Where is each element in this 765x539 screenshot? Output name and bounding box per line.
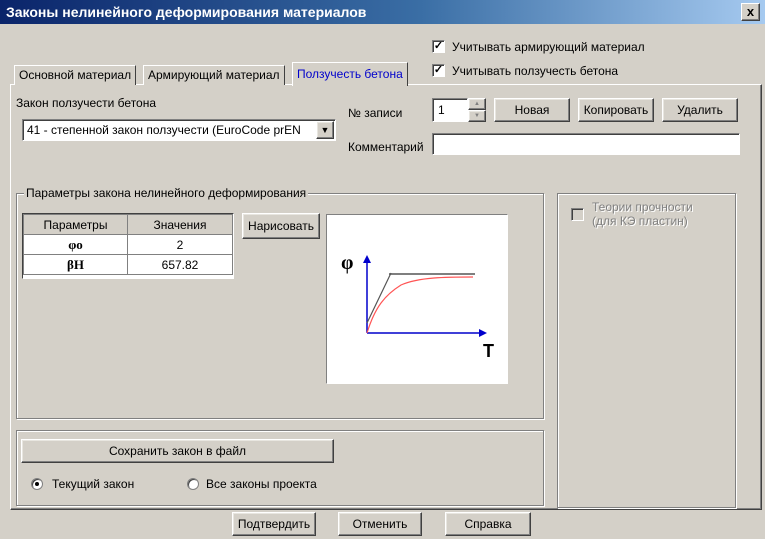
confirm-button[interactable]: Подтвердить xyxy=(232,512,316,536)
cancel-button[interactable]: Отменить xyxy=(338,512,422,536)
comment-input[interactable] xyxy=(432,133,740,155)
record-number-input[interactable]: 1 xyxy=(432,98,468,122)
delete-record-button[interactable]: Удалить xyxy=(662,98,738,122)
value-header: Значения xyxy=(127,214,233,235)
concrete-creep-label: Учитывать ползучесть бетона xyxy=(452,64,619,78)
comment-label: Комментарий xyxy=(348,140,424,154)
creep-law-label: Закон ползучести бетона xyxy=(16,96,157,110)
table-row: φo 2 xyxy=(23,234,233,255)
spin-down-icon[interactable]: ▼ xyxy=(468,110,486,122)
creep-plot: φ T xyxy=(326,214,508,384)
tab-main-material[interactable]: Основной материал xyxy=(14,65,137,85)
draw-button[interactable]: Нарисовать xyxy=(242,213,320,239)
param-name: φo xyxy=(23,234,128,255)
spin-up-icon[interactable]: ▲ xyxy=(468,98,486,110)
concrete-creep-checkbox[interactable]: ✓ xyxy=(432,64,445,77)
tab-label: Ползучесть бетона xyxy=(297,67,403,81)
new-record-button[interactable]: Новая xyxy=(494,98,570,122)
initial-tangent-line xyxy=(366,272,392,324)
strength-theory-checkbox[interactable] xyxy=(571,208,584,221)
title-bar: Законы нелинейного деформирования матери… xyxy=(0,0,765,24)
reinforcing-material-label: Учитывать армирующий материал xyxy=(452,40,645,54)
param-name: βH xyxy=(23,254,128,275)
all-laws-radio[interactable] xyxy=(187,478,199,490)
tab-label: Основной материал xyxy=(19,68,132,82)
close-icon: x xyxy=(746,4,755,19)
param-header: Параметры xyxy=(23,214,128,235)
copy-record-button[interactable]: Копировать xyxy=(578,98,654,122)
record-number-value: 1 xyxy=(438,103,445,117)
param-value-cell[interactable]: 657.82 xyxy=(127,254,233,275)
all-laws-label: Все законы проекта xyxy=(206,477,317,491)
help-button[interactable]: Справка xyxy=(445,512,531,536)
table-row: βH 657.82 xyxy=(23,254,233,275)
y-axis-arrow xyxy=(363,255,371,263)
close-button[interactable]: x xyxy=(741,3,760,21)
strength-theory-line2: (для КЭ пластин) xyxy=(592,214,688,228)
chevron-down-icon[interactable]: ▼ xyxy=(316,121,334,139)
x-axis-label: T xyxy=(483,341,494,361)
creep-curve xyxy=(366,276,474,334)
window-title: Законы нелинейного деформирования матери… xyxy=(6,4,367,20)
strength-theory-line1: Теории прочности xyxy=(592,200,693,214)
save-law-button[interactable]: Сохранить закон в файл xyxy=(21,439,334,463)
x-axis-arrow xyxy=(479,329,487,337)
current-law-radio[interactable] xyxy=(31,478,43,490)
parameters-group-title: Параметры закона нелинейного деформирова… xyxy=(24,186,309,200)
strength-theory-label: Теории прочности (для КЭ пластин) xyxy=(592,200,693,228)
tab-reinforcing-material[interactable]: Армирующий материал xyxy=(143,65,285,85)
strength-theory-group xyxy=(557,193,736,508)
tab-label: Армирующий материал xyxy=(148,68,280,82)
tab-concrete-creep[interactable]: Ползучесть бетона xyxy=(292,62,408,86)
creep-law-value: 41 - степенной закон ползучести (EuroCod… xyxy=(27,123,301,137)
reinforcing-material-checkbox[interactable]: ✓ xyxy=(432,40,445,53)
creep-plot-svg: φ T xyxy=(341,252,494,361)
y-axis-label: φ xyxy=(341,252,353,274)
record-number-label: № записи xyxy=(348,106,403,120)
creep-law-select[interactable]: 41 - степенной закон ползучести (EuroCod… xyxy=(22,119,336,141)
current-law-label: Текущий закон xyxy=(52,477,135,491)
param-value-cell[interactable]: 2 xyxy=(127,234,233,255)
parameters-table: Параметры Значения φo 2 βH 657.82 xyxy=(22,213,234,279)
